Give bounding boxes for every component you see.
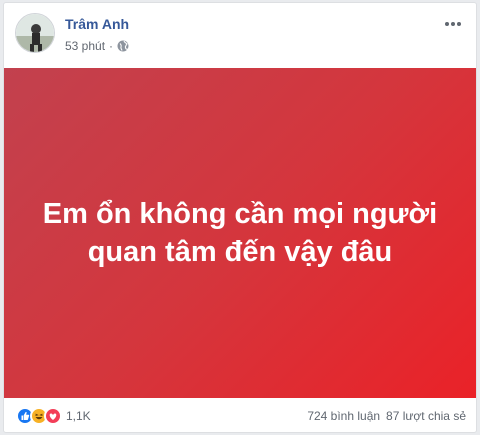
- reaction-count[interactable]: 1,1K: [66, 409, 91, 423]
- more-horizontal-icon[interactable]: [443, 17, 463, 31]
- post-time[interactable]: 53 phút: [65, 39, 105, 53]
- love-icon: [44, 407, 62, 425]
- post-text: Em ổn không cần mọi người quan tâm đến v…: [42, 198, 438, 268]
- avatar[interactable]: [15, 13, 55, 53]
- shares-count[interactable]: 87 lượt chia sẻ: [386, 409, 466, 423]
- comments-count[interactable]: 724 bình luận: [307, 409, 380, 423]
- meta-separator: ·: [109, 39, 114, 53]
- post-header: Trâm Anh 53 phút ·: [4, 3, 476, 63]
- author-name[interactable]: Trâm Anh: [65, 16, 129, 32]
- post-card: Trâm Anh 53 phút · Em ổn không cần mọi n…: [3, 2, 477, 433]
- post-footer: 1,1K 724 bình luận 87 lượt chia sẻ: [4, 398, 476, 432]
- globe-icon[interactable]: [117, 40, 129, 52]
- reactions-summary[interactable]: 1,1K: [16, 407, 91, 425]
- post-background-text[interactable]: Em ổn không cần mọi người quan tâm đến v…: [4, 68, 476, 398]
- post-meta: 53 phút ·: [65, 39, 129, 53]
